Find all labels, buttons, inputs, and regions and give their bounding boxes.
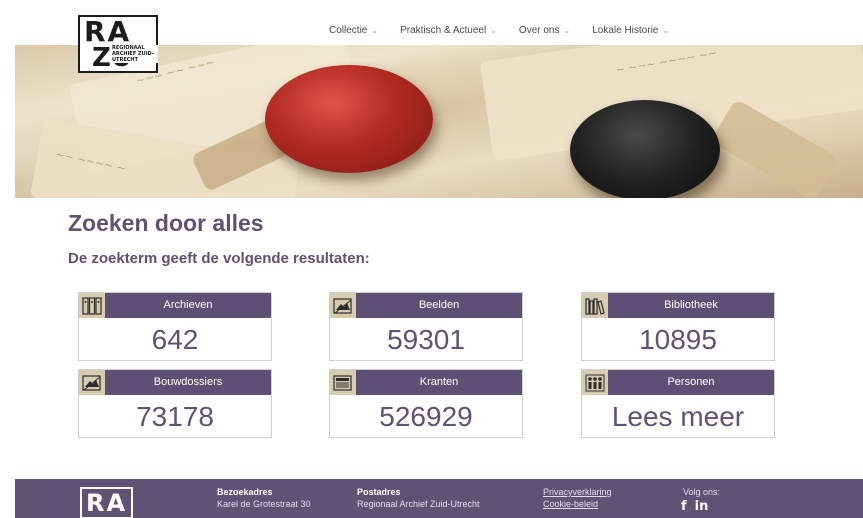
footer-links: Privacyverklaring Cookie-beleid [543, 486, 612, 510]
card-read-more-link[interactable]: Lees meer [582, 397, 774, 437]
footer-post-address: Postadres Regionaal Archief Zuid-Utrecht [357, 486, 480, 510]
cookie-policy-link[interactable]: Cookie-beleid [543, 498, 612, 510]
card-count: 73178 [136, 401, 214, 432]
result-card-archieven[interactable]: Archieven 642 [78, 292, 272, 361]
newspaper-icon [330, 370, 356, 395]
books-icon [582, 293, 608, 318]
results-subtitle: De zoekterm geeft de volgende resultaten… [68, 250, 370, 267]
nav-item-label: Over ons [518, 25, 560, 36]
nav-item-label: Collectie [329, 25, 368, 36]
card-header: Kranten [330, 370, 522, 395]
footer-visit-line: Karel de Grotestraat 30 [217, 499, 311, 509]
card-label: Bibliotheek [664, 299, 718, 311]
logo-tagline: REGIONAAL ARCHIEF ZUID-UTRECHT [110, 45, 158, 63]
card-label: Bouwdossiers [153, 376, 223, 388]
nav-item-collectie[interactable]: Collectie ⌄ [329, 25, 378, 36]
main-nav: Collectie ⌄ Praktisch & Actueel ⌄ Over ons… [329, 25, 691, 36]
facebook-icon[interactable]: f [681, 499, 687, 514]
archive-boxes-icon [79, 293, 105, 318]
footer-visit-title: Bezoekadres [217, 487, 273, 497]
chevron-down-icon: ⌄ [563, 26, 571, 35]
nav-item-over-ons[interactable]: Over ons ⌄ [519, 25, 570, 36]
result-card-beelden[interactable]: Beelden 59301 [329, 292, 523, 361]
card-label: Personen [667, 376, 715, 388]
social-links: f in [681, 499, 708, 514]
linkedin-icon[interactable]: in [695, 499, 709, 514]
nav-item-lokale-historie[interactable]: Lokale Historie ⌄ [592, 25, 669, 36]
card-header: Archieven [79, 293, 271, 318]
image-icon [330, 293, 356, 318]
page-title: Zoeken door alles [68, 210, 264, 236]
card-header: Beelden [330, 293, 522, 318]
card-count: 642 [151, 324, 199, 355]
footer-visit-address: Bezoekadres Karel de Grotestraat 30 [217, 486, 311, 510]
nav-item-label: Praktisch & Actueel [400, 25, 487, 36]
result-card-bibliotheek[interactable]: Bibliotheek 10895 [581, 292, 775, 361]
card-header: Bouwdossiers [79, 370, 271, 395]
chevron-down-icon: ⌄ [371, 26, 379, 35]
follow-label: Volg ons: [683, 487, 721, 497]
people-icon [582, 370, 608, 395]
footer-post-title: Postadres [357, 487, 401, 497]
footer-post-line: Regionaal Archief Zuid-Utrecht [357, 499, 480, 509]
card-label: Archieven [163, 299, 213, 311]
footer-follow: Volg ons: [683, 486, 720, 498]
footer-logo[interactable]: RA [80, 487, 134, 518]
card-count: 59301 [387, 324, 465, 355]
privacy-link[interactable]: Privacyverklaring [543, 486, 612, 498]
result-card-bouwdossiers[interactable]: Bouwdossiers 73178 [78, 369, 272, 438]
nav-item-label: Lokale Historie [592, 25, 659, 36]
card-header: Bibliotheek [582, 293, 774, 318]
razu-logo[interactable]: RA ZU REGIONAAL ARCHIEF ZUID-UTRECHT [78, 15, 158, 73]
chevron-down-icon: ⌄ [662, 26, 670, 35]
result-card-personen[interactable]: Personen Lees meer [581, 369, 775, 438]
chevron-down-icon: ⌄ [490, 26, 497, 35]
footer: RA Bezoekadres Karel de Grotestraat 30 P… [15, 479, 863, 518]
card-header: Personen [582, 370, 774, 395]
card-label: Kranten [419, 376, 459, 388]
nav-item-praktisch-actueel[interactable]: Praktisch & Actueel ⌄ [400, 25, 497, 36]
card-count: 526929 [379, 401, 473, 432]
card-label: Beelden [418, 299, 460, 311]
result-card-kranten[interactable]: Kranten 526929 [329, 369, 523, 438]
building-plan-icon [79, 370, 105, 395]
card-count: 10895 [639, 324, 717, 355]
